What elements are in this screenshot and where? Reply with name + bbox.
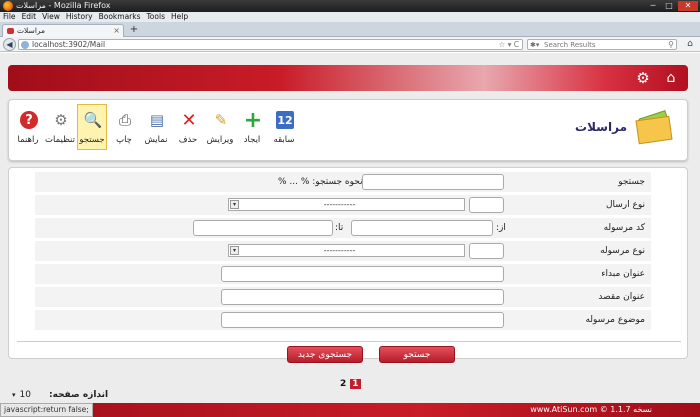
history-button[interactable]: 12 سابقه [269, 104, 299, 150]
toolbar-panel: ? راهنما ⚙ تنظیمات 🔍 جستجو ⎙ چاپ ▤ نمایش… [8, 99, 688, 161]
home-icon[interactable]: ⌂ [662, 69, 680, 87]
delete-icon: ✕ [181, 109, 197, 131]
settings-button[interactable]: ⚙ تنظیمات [45, 104, 75, 150]
show-button[interactable]: ▤ نمایش [141, 104, 171, 150]
page-size-label: اندازه صفحه: [48, 390, 109, 400]
tab-close-icon[interactable]: × [113, 25, 120, 37]
edit-button[interactable]: ✎ ویرایش [205, 104, 235, 150]
maximize-button[interactable]: □ [662, 1, 676, 11]
plus-icon: + [243, 107, 263, 133]
parcel-type-select[interactable]: ▾ ----------- [228, 244, 465, 257]
row-send-type: نوع ارسال ▾ ----------- [35, 195, 651, 215]
origin-label: عنوان مبداء [601, 269, 645, 279]
search-icon: 🔍 [83, 111, 103, 129]
magnifier-icon[interactable]: ⚲ [668, 40, 674, 50]
subject-label: موضوع مرسوله [585, 315, 645, 325]
search-button[interactable]: 🔍 جستجو [77, 104, 107, 150]
page-size-control: ▾ 10 اندازه صفحه: [12, 390, 108, 400]
search-label: جستجو [618, 177, 645, 187]
to-label: تا: [335, 223, 344, 233]
origin-input[interactable] [221, 266, 504, 282]
menu-bookmarks[interactable]: Bookmarks [99, 12, 141, 22]
window-title: مراسلات - Mozilla Firefox [16, 1, 111, 10]
code-from-input[interactable] [351, 220, 493, 236]
browser-home-icon[interactable]: ⌂ [684, 39, 696, 50]
gear-icon[interactable]: ⚙ [634, 69, 652, 87]
module-title: مراسلات [575, 120, 627, 134]
subject-input[interactable] [221, 312, 504, 328]
help-button[interactable]: ? راهنما [13, 104, 43, 150]
tab-strip: مراسلات × [0, 22, 700, 37]
page-content: ⚙ ⌂ ? راهنما ⚙ تنظیمات 🔍 جستجو ⎙ چاپ ▤ ن [0, 53, 700, 403]
search-bar[interactable]: ✱▾ ⚲ [527, 39, 677, 50]
print-button[interactable]: ⎙ چاپ [109, 104, 139, 150]
globe-icon [21, 41, 29, 49]
header-bar: ⚙ ⌂ [8, 65, 688, 91]
send-type-label: نوع ارسال [605, 200, 645, 210]
new-tab-button[interactable]: + [128, 24, 140, 35]
menu-tools[interactable]: Tools [147, 12, 165, 22]
copyright-text: www.AtiSun.com © نسخه 1.1.7 [530, 405, 652, 414]
send-type-select[interactable]: ▾ ----------- [228, 198, 465, 211]
printer-icon: ⎙ [118, 111, 131, 129]
row-code: کد مرسوله از: تا: [35, 218, 651, 238]
url-text[interactable]: localhost:3902/Mail [32, 40, 105, 50]
menu-bar: File Edit View History Bookmarks Tools H… [0, 12, 700, 22]
page-size-dropdown-icon[interactable]: ▾ [12, 391, 16, 399]
add-button[interactable]: + ایجاد [237, 104, 267, 150]
delete-button[interactable]: ✕ حذف [173, 104, 203, 150]
menu-file[interactable]: File [3, 12, 16, 22]
window-titlebar: مراسلات - Mozilla Firefox ─ □ ✕ [0, 0, 700, 12]
submit-search-button[interactable]: جستجو [379, 346, 455, 363]
favicon-icon [7, 28, 14, 34]
pager: 2 1 [340, 379, 361, 389]
row-parcel-type: نوع مرسوله ▾ ----------- [35, 241, 651, 261]
code-label: کد مرسوله [603, 223, 645, 233]
close-window-button[interactable]: ✕ [678, 1, 698, 11]
menu-edit[interactable]: Edit [22, 12, 37, 22]
search-form: جستجو نحوه جستجو: % ... % نوع ارسال ▾ --… [8, 167, 688, 363]
status-text: javascript:return false; [0, 403, 93, 417]
calendar-icon: 12 [276, 111, 294, 129]
row-destination: عنوان مقصد [35, 287, 651, 307]
menu-view[interactable]: View [42, 12, 60, 22]
navigation-bar: ◀ localhost:3902/Mail ☆ ▾ C ✱▾ ⚲ ⌂ [0, 37, 700, 52]
row-subject: موضوع مرسوله [35, 310, 651, 330]
parcel-type-label: نوع مرسوله [600, 246, 645, 256]
page-size-value[interactable]: 10 [20, 390, 31, 400]
new-search-button[interactable]: جستجوی جدید [287, 346, 363, 363]
back-button[interactable]: ◀ [3, 38, 16, 51]
window-controls: ─ □ ✕ [646, 1, 698, 11]
footer-bar: javascript:return false; www.AtiSun.com … [0, 403, 700, 417]
pencil-icon: ✎ [214, 111, 228, 129]
firefox-icon [3, 1, 13, 11]
page-link-1-current[interactable]: 1 [350, 379, 361, 389]
help-icon: ? [20, 111, 38, 129]
document-icon: ▤ [149, 111, 165, 129]
search-input[interactable] [544, 40, 662, 49]
send-type-code-input[interactable] [469, 197, 504, 213]
row-origin: عنوان مبداء [35, 264, 651, 284]
destination-input[interactable] [221, 289, 504, 305]
menu-history[interactable]: History [66, 12, 93, 22]
menu-help[interactable]: Help [171, 12, 188, 22]
divider [17, 341, 681, 342]
browser-tab[interactable]: مراسلات × [2, 24, 124, 37]
settings-gear-icon: ⚙ [54, 111, 68, 129]
search-text-input[interactable] [362, 174, 504, 190]
toolbar: ? راهنما ⚙ تنظیمات 🔍 جستجو ⎙ چاپ ▤ نمایش… [13, 104, 299, 150]
minimize-button[interactable]: ─ [646, 1, 660, 11]
search-engine-icon[interactable]: ✱▾ [530, 40, 539, 50]
page-link-2[interactable]: 2 [340, 379, 346, 389]
parcel-type-code-input[interactable] [469, 243, 504, 259]
from-label: از: [496, 223, 506, 233]
code-to-input[interactable] [193, 220, 333, 236]
envelope-icon [635, 110, 675, 146]
search-hint: نحوه جستجو: % ... % [278, 177, 363, 187]
destination-label: عنوان مقصد [598, 292, 645, 302]
url-bar[interactable]: localhost:3902/Mail ☆ ▾ C [18, 39, 523, 50]
row-search: جستجو نحوه جستجو: % ... % [35, 172, 651, 192]
tab-title: مراسلات [17, 26, 46, 35]
reload-icon[interactable]: ☆ ▾ C [499, 40, 520, 50]
